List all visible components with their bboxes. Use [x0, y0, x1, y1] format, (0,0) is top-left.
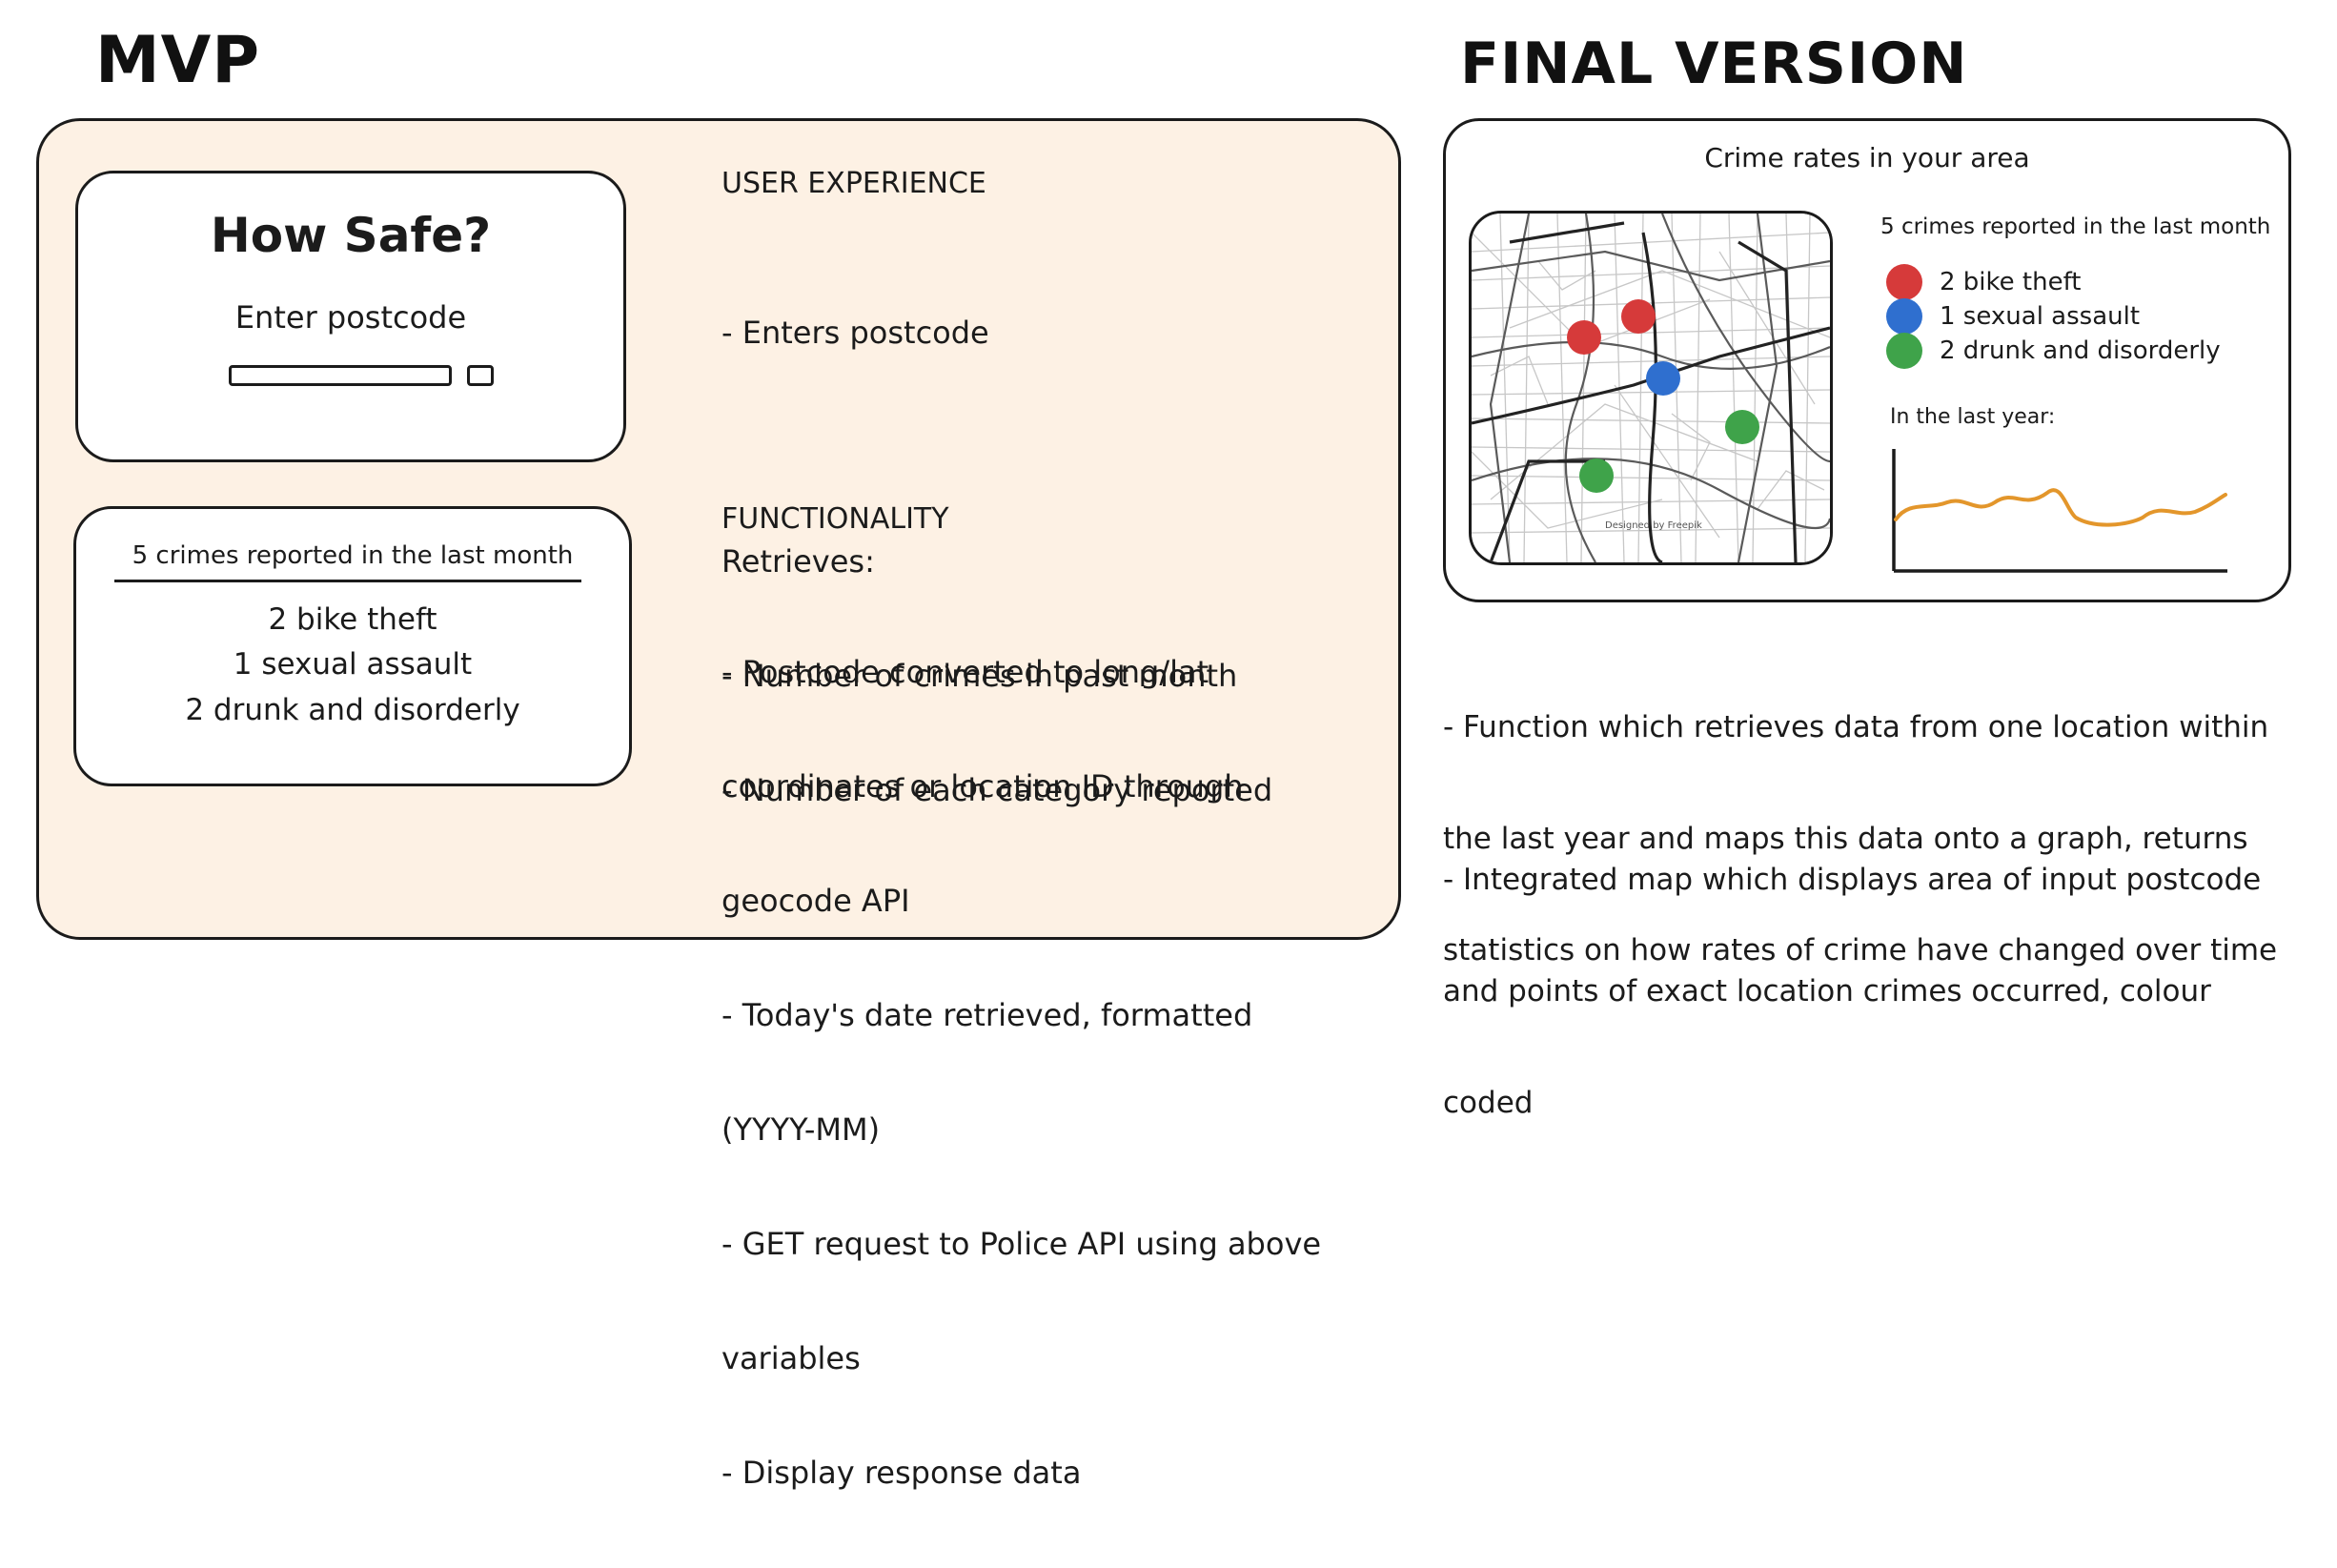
legend-dot-blue — [1886, 298, 1922, 335]
graph-label: In the last year: — [1890, 405, 2056, 429]
func-line: - Postcode converted to long/lat — [721, 654, 1209, 690]
legend-item-sexual-assault: 1 sexual assault — [1886, 298, 2140, 335]
functionality-text: - Postcode converted to long/lat coordin… — [721, 577, 1321, 1568]
submit-button[interactable] — [467, 365, 494, 386]
crime-trend-graph — [1892, 449, 2227, 573]
map-card[interactable]: Designed by Freepik — [1469, 211, 1833, 565]
legend-label: 2 drunk and disorderly — [1940, 336, 2221, 365]
note-line: - Function which retrieves data from one… — [1443, 710, 2269, 744]
user-experience-title: USER EXPERIENCE — [721, 167, 986, 200]
final-note-map: - Integrated map which displays area of … — [1443, 787, 2261, 1159]
func-line: - Display response data — [721, 1455, 1082, 1491]
legend-label: 2 bike theft — [1940, 268, 2082, 296]
legend-dot-red — [1886, 264, 1922, 300]
legend-item-drunk-disorderly: 2 drunk and disorderly — [1886, 333, 2221, 369]
results-card: 5 crimes reported in the last month 2 bi… — [73, 506, 632, 786]
crime-marker-drunk-disorderly[interactable] — [1725, 410, 1759, 444]
note-line: and points of exact location crimes occu… — [1443, 974, 2211, 1008]
final-panel-title: Crime rates in your area — [1704, 142, 2030, 173]
legend-dot-green — [1886, 333, 1922, 369]
results-item-sexual-assault: 1 sexual assault — [233, 647, 473, 682]
ux-line — [721, 428, 1272, 466]
app-title: How Safe? — [210, 208, 492, 263]
results-item-bike-theft: 2 bike theft — [268, 602, 437, 637]
results-header: 5 crimes reported in the last month — [132, 541, 574, 570]
note-line: coded — [1443, 1086, 1534, 1120]
mvp-panel: How Safe? Enter postcode 5 crimes report… — [36, 118, 1401, 1491]
final-version-panel: Crime rates in your area Designed by Fre… — [1443, 118, 2291, 602]
graph-trend-line — [1894, 488, 2227, 527]
final-summary: 5 crimes reported in the last month — [1880, 214, 2271, 239]
func-line: - Today's date retrieved, formatted — [721, 997, 1253, 1033]
legend-item-bike-theft: 2 bike theft — [1886, 264, 2081, 300]
func-line: geocode API — [721, 883, 910, 919]
func-line: - GET request to Police API using above — [721, 1226, 1322, 1262]
results-item-drunk-disorderly: 2 drunk and disorderly — [185, 693, 520, 727]
functionality-title: FUNCTIONALITY — [721, 502, 949, 536]
crime-marker-drunk-disorderly[interactable] — [1579, 458, 1614, 493]
legend-label: 1 sexual assault — [1940, 302, 2141, 331]
ux-line: - Enters postcode — [721, 315, 989, 351]
final-version-heading: FINAL VERSION — [1460, 31, 1968, 97]
note-line: - Integrated map which displays area of … — [1443, 863, 2262, 897]
mvp-heading: MVP — [95, 23, 261, 98]
func-line: coordinates or location ID through — [721, 768, 1244, 804]
postcode-input[interactable] — [229, 365, 452, 386]
map-credit: Designed by Freepik — [1605, 520, 1702, 531]
crime-marker-bike-theft[interactable] — [1567, 320, 1601, 355]
func-line: variables — [721, 1340, 861, 1376]
app-card: How Safe? Enter postcode — [75, 171, 626, 462]
ux-line: Retrieves: — [721, 543, 875, 580]
postcode-prompt: Enter postcode — [234, 299, 467, 336]
crime-marker-sexual-assault[interactable] — [1646, 361, 1680, 396]
crime-marker-bike-theft[interactable] — [1621, 299, 1656, 334]
results-header-underline — [114, 580, 581, 582]
func-line: (YYYY-MM) — [721, 1111, 881, 1148]
